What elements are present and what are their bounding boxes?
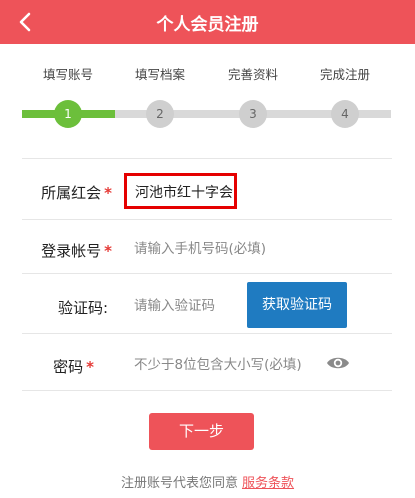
step-circle-1: 1 [54, 100, 82, 128]
verification-code-input[interactable] [134, 294, 239, 318]
password-label: 密码 * [0, 356, 94, 377]
step-label-1: 填写账号 [42, 67, 93, 82]
form-divider [22, 390, 392, 391]
step-circle-3: 3 [239, 100, 267, 128]
form-divider [22, 273, 392, 274]
agreement-text: 注册账号代表您同意 [120, 476, 238, 491]
required-mark: * [104, 184, 112, 202]
code-label: 验证码: [57, 299, 108, 317]
required-mark: * [104, 242, 112, 260]
next-step-button[interactable]: 下一步 [149, 413, 254, 450]
account-label-text: 登录帐号 [41, 242, 102, 260]
eye-icon[interactable] [326, 354, 350, 372]
step-label-4: 完成注册 [319, 67, 370, 82]
step-label-3: 完善资料 [227, 67, 278, 82]
get-code-button[interactable]: 获取验证码 [247, 282, 347, 328]
form-divider [22, 158, 392, 159]
form-divider [22, 333, 392, 334]
step-label-2: 填写档案 [134, 67, 185, 82]
required-mark: * [86, 358, 94, 376]
form-divider [22, 219, 392, 220]
step-circle-2: 2 [146, 100, 174, 128]
terms-link[interactable]: 服务条款 [242, 476, 294, 491]
org-label-text: 所属红会 [41, 184, 102, 202]
org-select[interactable]: 河池市红十字会 [135, 182, 233, 202]
header-bar: 个人会员注册 [0, 0, 415, 44]
account-label: 登录帐号 * [0, 240, 112, 261]
step-circle-4: 4 [331, 100, 359, 128]
org-label: 所属红会 * [0, 182, 112, 203]
password-input[interactable] [134, 353, 314, 377]
agreement-line: 注册账号代表您同意 服务条款 [0, 472, 415, 491]
page-title: 个人会员注册 [156, 15, 259, 35]
phone-input[interactable] [134, 237, 334, 261]
back-arrow-icon[interactable] [14, 10, 38, 34]
password-label-text: 密码 [53, 358, 84, 376]
